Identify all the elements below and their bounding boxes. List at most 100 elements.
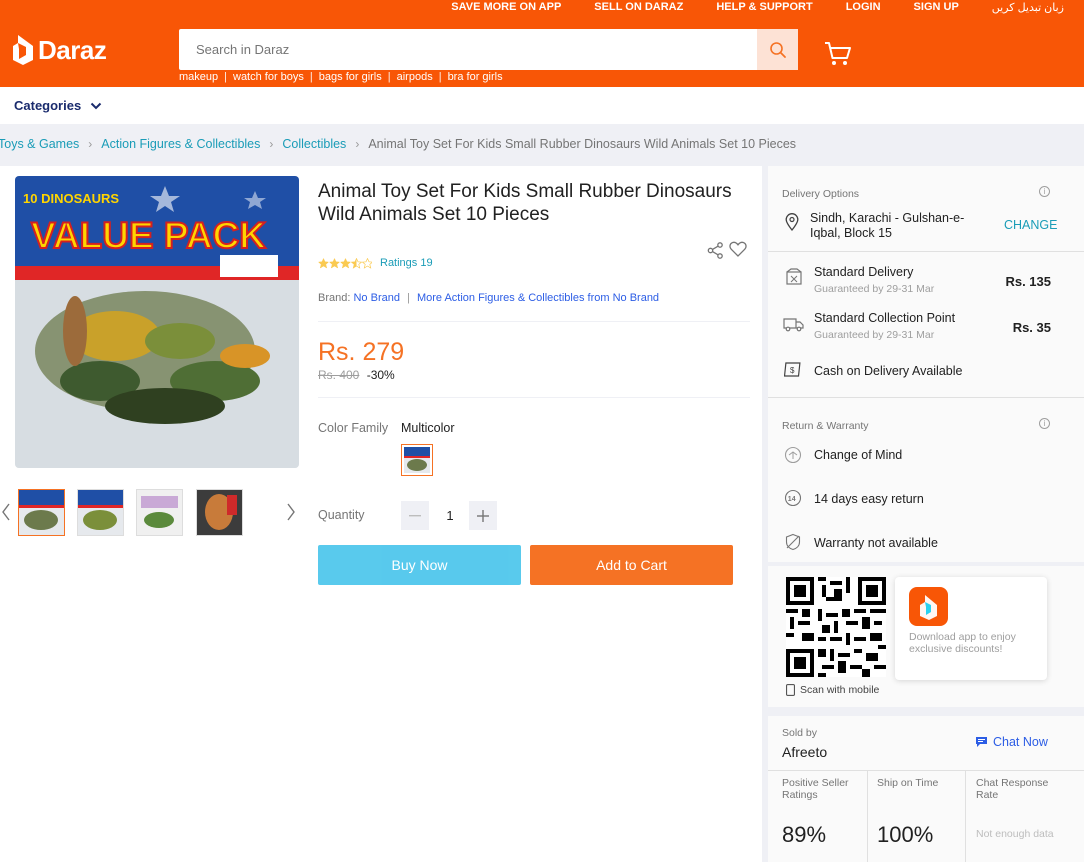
cart-icon[interactable] [823,40,853,68]
standard-delivery-price: Rs. 135 [1005,274,1051,289]
divider [867,770,868,862]
help-support-link[interactable]: HELP & SUPPORT [716,1,812,15]
daraz-logo[interactable]: Daraz [12,34,107,66]
brand-separator: | [407,292,410,304]
suggestion-bags-for-girls[interactable]: bags for girls [319,71,382,83]
image-main-text: VALUE PACK [31,215,266,256]
suggestion-watch-for-boys[interactable]: watch for boys [233,71,304,83]
change-location-link[interactable]: CHANGE [1004,218,1057,232]
chevron-down-icon [90,102,102,109]
quantity-value[interactable]: 1 [440,508,460,523]
app-promo-text: Download app to enjoy exclusive discount… [909,631,1016,655]
info-icon[interactable]: i [1039,418,1050,429]
breadcrumb-current: Animal Toy Set For Kids Small Rubber Din… [368,137,797,151]
thumbnail-strip [0,485,300,539]
buy-now-button[interactable]: Buy Now [318,545,521,585]
search-button[interactable] [757,29,798,70]
brand-more-link[interactable]: More Action Figures & Collectibles from … [417,292,659,304]
original-price: Rs. 400 [318,368,360,382]
suggestion-separator: | [438,71,442,83]
chevron-left-icon[interactable] [1,503,11,521]
breadcrumb: Toys & Games › Action Figures & Collecti… [0,137,796,151]
warranty-change-of-mind: Change of Mind [814,448,903,462]
chevron-right-icon: › [355,137,360,151]
seller-name[interactable]: Afreeto [782,744,827,760]
info-icon[interactable]: i [1039,186,1050,197]
warranty-not-available: Warranty not available [814,536,938,550]
product-rating: Ratings 19 [318,257,433,269]
chat-now-label: Chat Now [993,735,1048,749]
original-price-line: Rs. 400 -30% [318,368,395,382]
categories-dropdown[interactable]: Categories [14,98,102,113]
no-warranty-icon [785,533,801,551]
collection-point-eta: Guaranteed by 29-31 Mar [814,329,935,341]
daraz-app-icon [909,587,948,626]
color-family-label: Color Family [318,421,389,435]
mobile-phone-icon [786,684,795,696]
signup-link[interactable]: SIGN UP [914,1,959,15]
warranty-easy-return: 14 days easy return [814,492,924,506]
divider [318,321,750,322]
collection-point-price: Rs. 35 [1012,320,1051,335]
brand-label: Brand: [318,292,351,304]
rating-stars [318,257,372,269]
suggestion-separator: | [309,71,313,83]
location-pin-icon [785,213,799,231]
categories-bar: Categories [0,87,1084,124]
breadcrumb-collectibles[interactable]: Collectibles [282,137,346,151]
qr-code[interactable] [786,577,886,677]
language-switch-link[interactable]: زبان تبدیل کریں [992,1,1064,15]
minus-icon [409,514,421,516]
svg-text:$: $ [790,366,795,375]
collection-point-name: Standard Collection Point [814,311,956,325]
brand-name-link[interactable]: No Brand [353,292,399,304]
thumbnail-4[interactable] [196,489,243,536]
login-link[interactable]: LOGIN [846,1,881,15]
scan-label: Scan with mobile [800,684,880,696]
app-promo-card[interactable]: Download app to enjoy exclusive discount… [895,577,1047,680]
search-input[interactable] [179,29,757,70]
color-swatch-multicolor[interactable] [401,444,433,476]
delivery-location: Sindh, Karachi - Gulshan-e-Iqbal, Block … [810,211,965,240]
add-to-cart-button[interactable]: Add to Cart [530,545,733,585]
quantity-decrease-button[interactable] [401,501,429,530]
scan-with-mobile: Scan with mobile [786,684,879,696]
svg-text:14: 14 [788,496,796,503]
heart-icon[interactable] [729,241,747,257]
delivery-options-title: Delivery Options [782,188,860,200]
cash-icon: $ [784,362,801,377]
return-warranty-title: Return & Warranty [782,420,869,432]
chevron-right-icon[interactable] [286,503,296,521]
save-more-on-app-link[interactable]: SAVE MORE ON APP [451,1,561,15]
breadcrumb-action-figures[interactable]: Action Figures & Collectibles [101,137,260,151]
divider [318,397,750,398]
chat-now-button[interactable]: Chat Now [975,735,1048,749]
positive-ratings-value: 89% [782,822,827,847]
suggestion-airpods[interactable]: airpods [397,71,433,83]
thumbnail-3[interactable] [136,489,183,536]
suggestion-makeup[interactable]: makeup [179,71,218,83]
color-family-value: Multicolor [401,421,455,435]
package-icon [786,268,802,285]
daraz-logo-icon [13,35,33,65]
breadcrumb-toys-games[interactable]: Toys & Games [0,137,79,151]
chevron-right-icon: › [88,137,93,151]
divider [768,251,1084,252]
discount-badge: -30% [366,368,395,382]
thumbnail-2[interactable] [77,489,124,536]
suggestion-bra-for-girls[interactable]: bra for girls [448,71,503,83]
share-icon[interactable] [707,242,724,259]
quantity-increase-button[interactable] [469,501,497,530]
thumbnail-1[interactable] [18,489,65,536]
suggestion-separator: | [224,71,227,83]
divider [768,397,1084,398]
brand-line: Brand: No Brand | More Action Figures & … [318,292,659,304]
categories-label: Categories [14,98,82,113]
suggestion-separator: | [387,71,391,83]
ratings-count-link[interactable]: Ratings 19 [380,257,433,269]
image-top-text: 10 DINOSAURS [23,191,119,206]
sell-on-daraz-link[interactable]: SELL ON DARAZ [594,1,683,15]
top-nav: SAVE MORE ON APP SELL ON DARAZ HELP & SU… [418,1,1064,15]
product-price: Rs. 279 [318,338,405,366]
product-image[interactable]: 10 DINOSAURS VALUE PACK [15,176,299,468]
